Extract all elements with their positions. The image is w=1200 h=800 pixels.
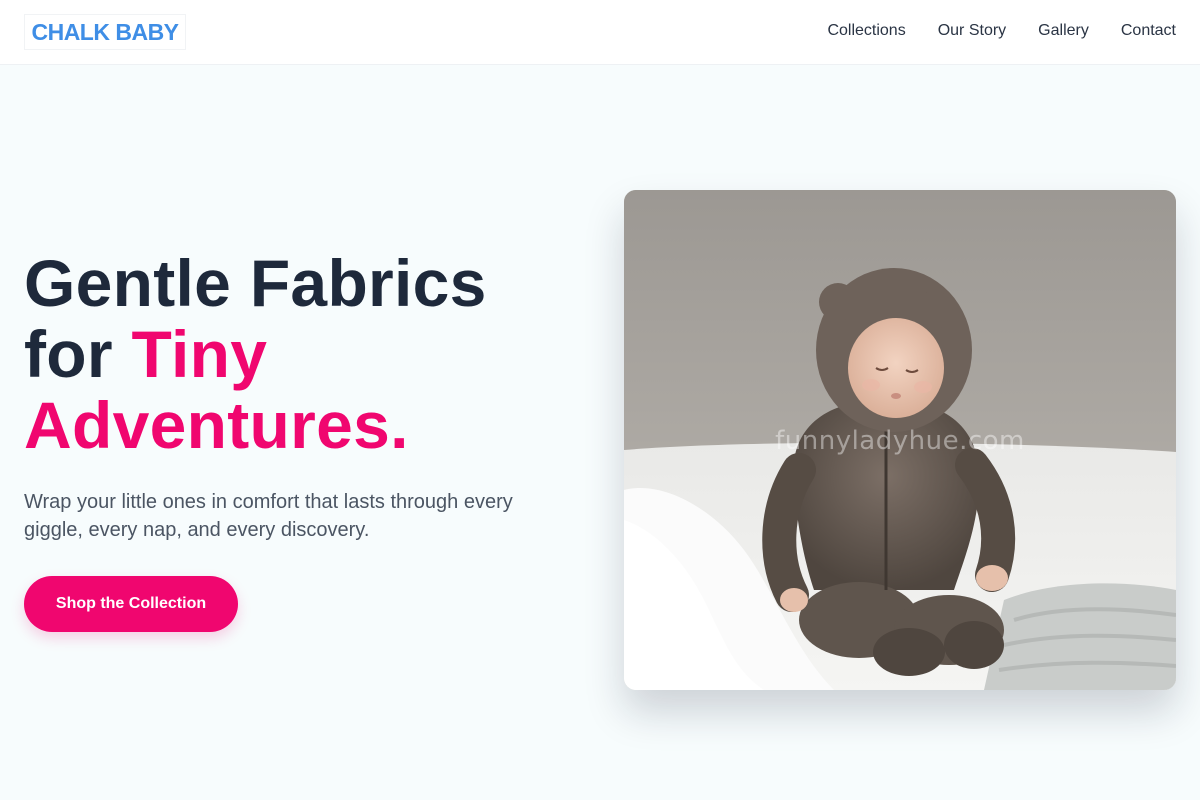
hero-title-line3-accent: Adventures. <box>24 388 409 462</box>
shop-collection-button[interactable]: Shop the Collection <box>24 576 238 632</box>
hero-image: funnyladyhue.com <box>624 190 1176 690</box>
hero-title-line1: Gentle Fabrics <box>24 246 487 320</box>
hero-title-line2-plain: for <box>24 317 132 391</box>
hero-title: Gentle Fabrics for Tiny Adventures. <box>24 248 584 461</box>
main-nav: Collections Our Story Gallery Contact <box>827 20 1176 42</box>
image-watermark: funnyladyhue.com <box>775 426 1025 456</box>
nav-item-contact[interactable]: Contact <box>1121 20 1176 42</box>
hero-title-line2-accent: Tiny <box>131 317 268 391</box>
nav-item-our-story[interactable]: Our Story <box>938 20 1006 42</box>
nav-item-gallery[interactable]: Gallery <box>1038 20 1089 42</box>
site-header: CHALK BABY Collections Our Story Gallery… <box>0 0 1200 65</box>
brand-logo[interactable]: CHALK BABY <box>24 14 186 50</box>
hero-subtitle: Wrap your little ones in comfort that la… <box>24 491 513 541</box>
nav-item-collections[interactable]: Collections <box>827 20 905 42</box>
